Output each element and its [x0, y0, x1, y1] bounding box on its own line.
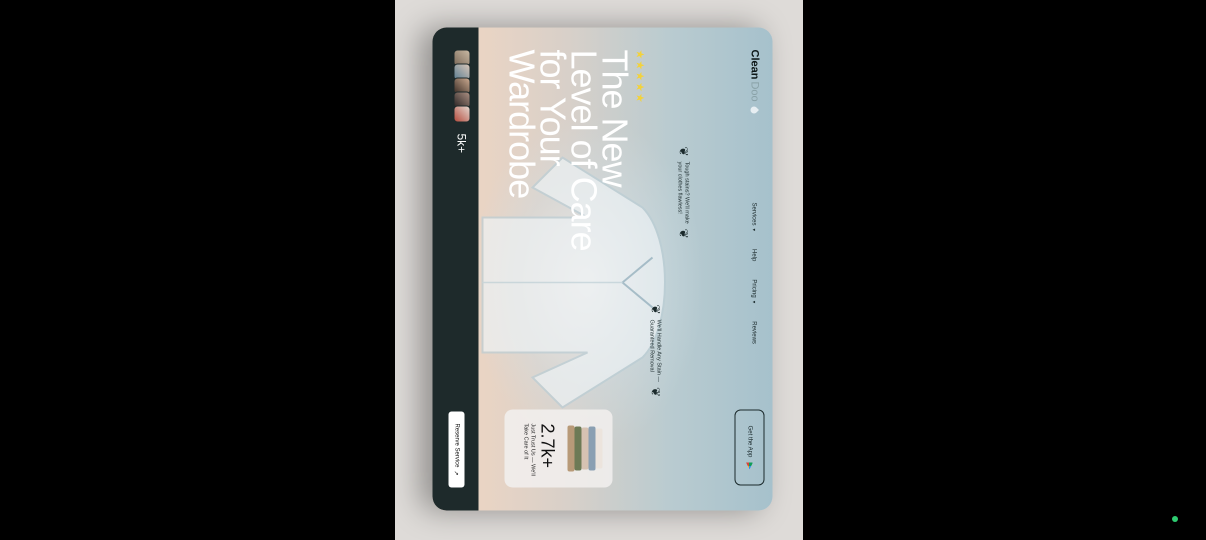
nav-item-label: Help: [750, 248, 756, 261]
reserve-service-button[interactable]: Reserve Service ↗: [448, 411, 464, 487]
nav-item-label: Reviews: [750, 320, 756, 344]
quote-text: We'll Handle Any Stain — Guaranteed Remo…: [647, 319, 661, 381]
hero-card: Clean Doo Services ▾ Help Pricing ▾ Revi…: [432, 27, 772, 510]
brand-name-light: Doo: [748, 80, 760, 102]
top-navigation: Clean Doo Services ▾ Help Pricing ▾ Revi…: [728, 27, 772, 510]
quote-line: Tough stains? We'll make: [683, 161, 690, 224]
quote-line: We'll Handle Any Stain —: [655, 319, 662, 382]
quote-text: Tough stains? We'll make your clothes fl…: [675, 161, 689, 223]
play-store-icon: [746, 462, 753, 469]
promo-text: Just Trust Us — We'll Take Care of It: [521, 423, 535, 476]
laurel-left-icon: ❦: [676, 146, 690, 157]
laurel-left-icon: ❦: [648, 304, 662, 315]
nav-item-label: Pricing: [750, 278, 756, 298]
quote-line: Guaranteed Removal: [648, 319, 655, 372]
customer-count: 5k+: [454, 133, 468, 153]
nav-item-services[interactable]: Services ▾: [750, 202, 756, 231]
hero-headline: The New Level of Care for Your Wardrobe: [501, 49, 635, 250]
laurel-right-icon: ❦: [648, 386, 662, 397]
avatar: [453, 105, 470, 122]
quote-stains: ❦ Tough stains? We'll make your clothes …: [674, 146, 690, 238]
get-app-button[interactable]: Get the App: [734, 409, 764, 485]
reserve-label: Reserve Service: [453, 422, 459, 467]
droplet-icon: [749, 104, 759, 115]
folded-clothes-image: [567, 425, 602, 471]
chevron-down-icon: ▾: [750, 300, 756, 303]
arrow-up-right-icon: ↗: [452, 469, 459, 476]
laurel-right-icon: ❦: [676, 228, 690, 239]
nav-item-reviews[interactable]: Reviews: [750, 321, 756, 344]
nav-menu: Services ▾ Help Pricing ▾ Reviews: [750, 202, 756, 343]
chevron-down-icon: ▾: [750, 228, 756, 231]
nav-item-pricing[interactable]: Pricing ▾: [750, 279, 756, 303]
brand-logo[interactable]: Clean Doo: [748, 49, 760, 115]
status-dot: [1172, 516, 1178, 522]
quote-line: your clothes flawless!: [676, 161, 683, 214]
bottom-bar: 5k+ Reserve Service ↗: [432, 27, 478, 510]
nav-item-help[interactable]: Help: [750, 249, 756, 261]
quote-guarantee: ❦ We'll Handle Any Stain — Guaranteed Re…: [646, 304, 662, 397]
get-app-label: Get the App: [746, 425, 752, 457]
headline-line: Wardrobe: [501, 49, 542, 198]
promo-number: 2.7k+: [537, 423, 557, 468]
nav-item-label: Services: [750, 202, 756, 226]
promo-card[interactable]: 2.7k+ Just Trust Us — We'll Take Care of…: [504, 409, 612, 487]
brand-name-bold: Clean: [748, 49, 760, 79]
avatar-group: [453, 49, 470, 122]
